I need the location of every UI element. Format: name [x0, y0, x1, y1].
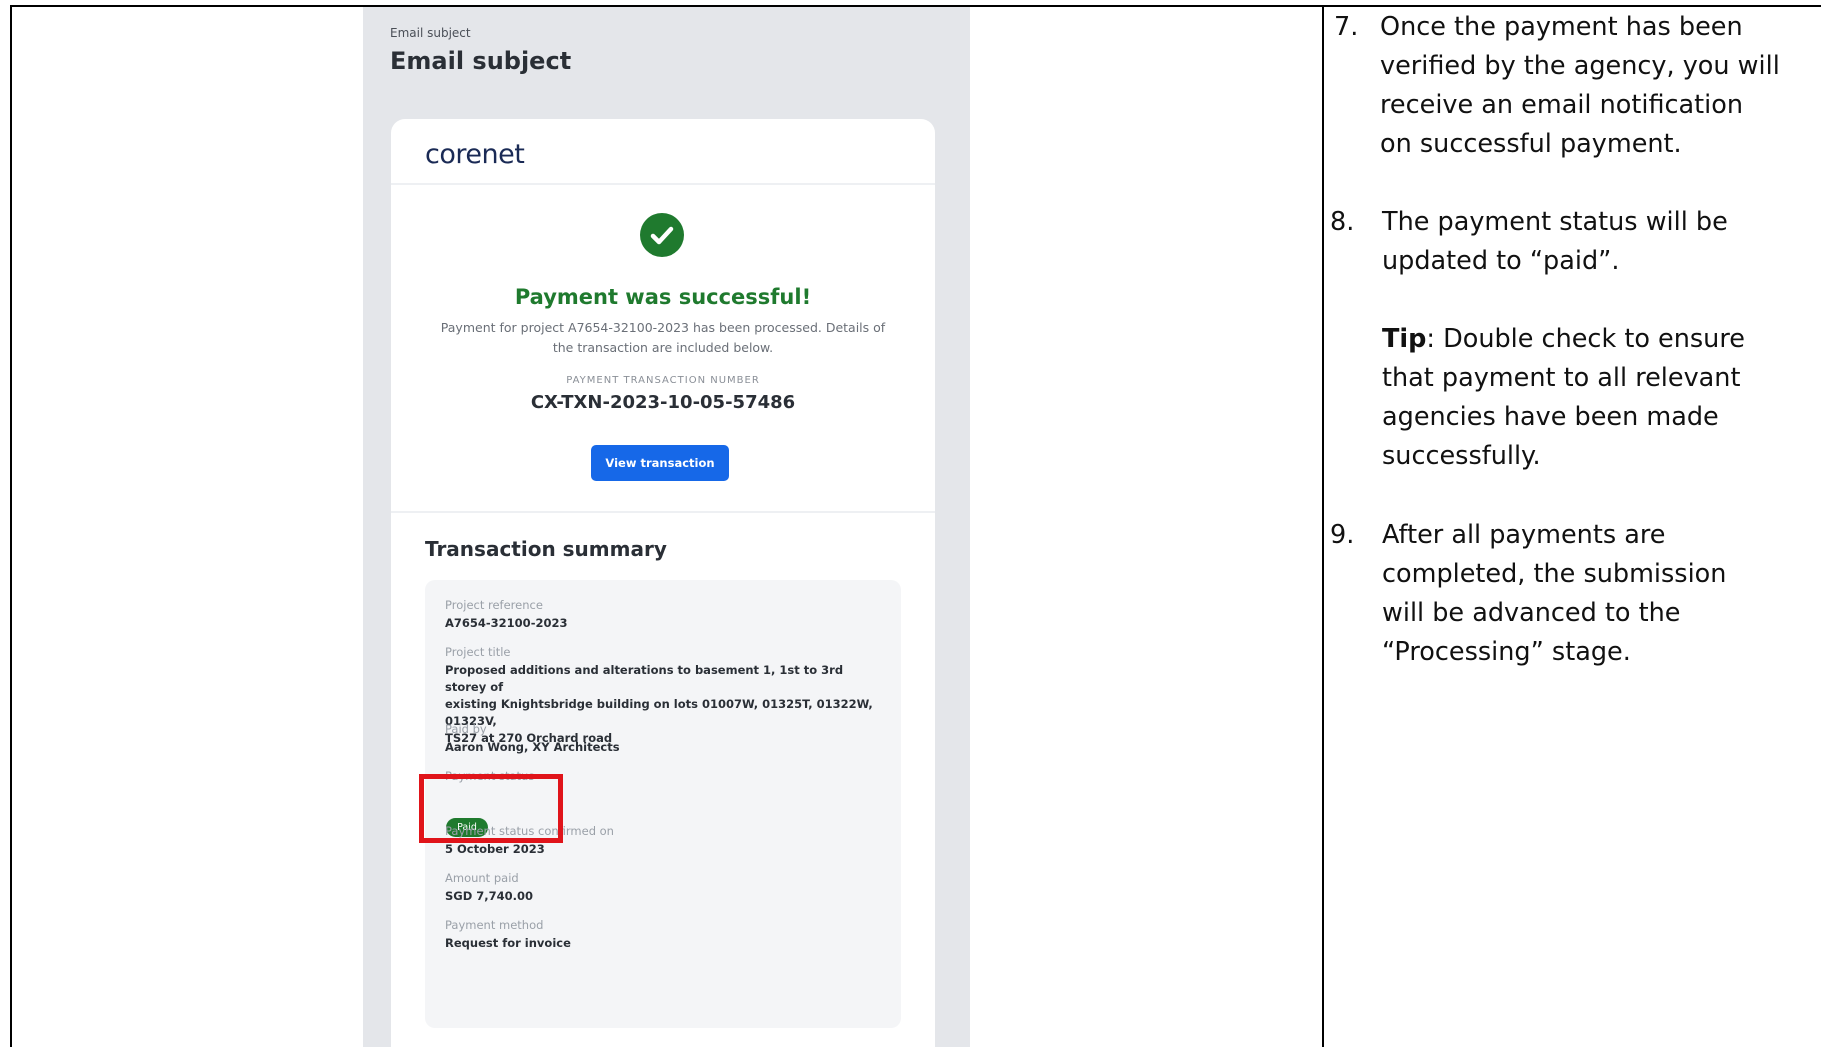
step-text: The payment status will be updated to “p… [1382, 203, 1820, 281]
tip-label: Tip [1382, 324, 1427, 354]
step-line: updated to “paid”. [1382, 246, 1620, 276]
tip-text: : Double check to ensure [1426, 324, 1745, 354]
payment-method-label: Payment method [445, 918, 544, 932]
transaction-number-label: PAYMENT TRANSACTION NUMBER [566, 375, 760, 386]
payment-status-highlight [419, 774, 563, 843]
email-card: corenet Payment was successful! Payment … [391, 119, 935, 1047]
success-description-line: the transaction are included below. [552, 340, 774, 355]
table-column-divider [1322, 5, 1324, 1047]
paid-by-value: Aaron Wong, XY Architects [445, 740, 620, 754]
step-number: 7. [1334, 12, 1359, 42]
success-description-line: Payment for project A7654-32100-2023 has… [440, 320, 886, 335]
step-text: After all payments are completed, the su… [1382, 516, 1820, 672]
step-line: verified by the agency, you will [1380, 51, 1780, 81]
check-circle-icon [640, 213, 684, 257]
email-subject-label: Email subject [390, 26, 471, 40]
status-confirmed-value: 5 October 2023 [445, 842, 545, 856]
step-line: Once the payment has been [1380, 12, 1743, 42]
step-number: 8. [1330, 207, 1355, 237]
transaction-number: CX-TXN-2023-10-05-57486 [530, 392, 796, 413]
step-number: 9. [1330, 520, 1355, 550]
summary-divider [391, 511, 935, 513]
amount-paid-label: Amount paid [445, 871, 519, 885]
project-title-value: Proposed additions and alterations to ba… [445, 662, 875, 747]
header-divider [391, 183, 935, 185]
step-line: “Processing” stage. [1382, 637, 1631, 667]
project-reference-label: Project reference [445, 598, 543, 612]
project-reference-value: A7654-32100-2023 [445, 616, 568, 630]
step-line: The payment status will be [1382, 207, 1728, 237]
tip-line: that payment to all relevant [1382, 363, 1741, 393]
tip-line: Tip: Double check to ensure [1382, 320, 1820, 359]
project-title-line: existing Knightsbridge building on lots … [445, 697, 873, 728]
tip-line: successfully. [1382, 441, 1541, 471]
step-line: receive an email notification [1380, 90, 1744, 120]
paid-by-label: Paid by [445, 722, 487, 736]
step-text: Once the payment has been verified by th… [1380, 8, 1818, 164]
tip-note: Tip: Double check to ensure that payment… [1382, 320, 1820, 476]
transaction-summary-heading: Transaction summary [425, 537, 667, 561]
table-left-border [10, 5, 12, 1047]
email-screenshot: Email subject Email subject corenet Paym… [363, 7, 970, 1047]
project-title-label: Project title [445, 645, 511, 659]
tip-line: agencies have been made [1382, 402, 1719, 432]
step-line: on successful payment. [1380, 129, 1682, 159]
step-line: will be advanced to the [1382, 598, 1681, 628]
step-line: After all payments are [1382, 520, 1666, 550]
amount-paid-value: SGD 7,740.00 [445, 889, 534, 903]
success-heading: Payment was successful! [514, 285, 812, 309]
payment-method-value: Request for invoice [445, 936, 571, 950]
email-subject-title: Email subject [390, 47, 572, 75]
step-line: completed, the submission [1382, 559, 1727, 589]
brand-logo: corenet [425, 139, 525, 170]
success-description: Payment for project A7654-32100-2023 has… [421, 318, 905, 358]
view-transaction-button[interactable]: View transaction [591, 445, 729, 481]
project-title-line: Proposed additions and alterations to ba… [445, 663, 844, 694]
